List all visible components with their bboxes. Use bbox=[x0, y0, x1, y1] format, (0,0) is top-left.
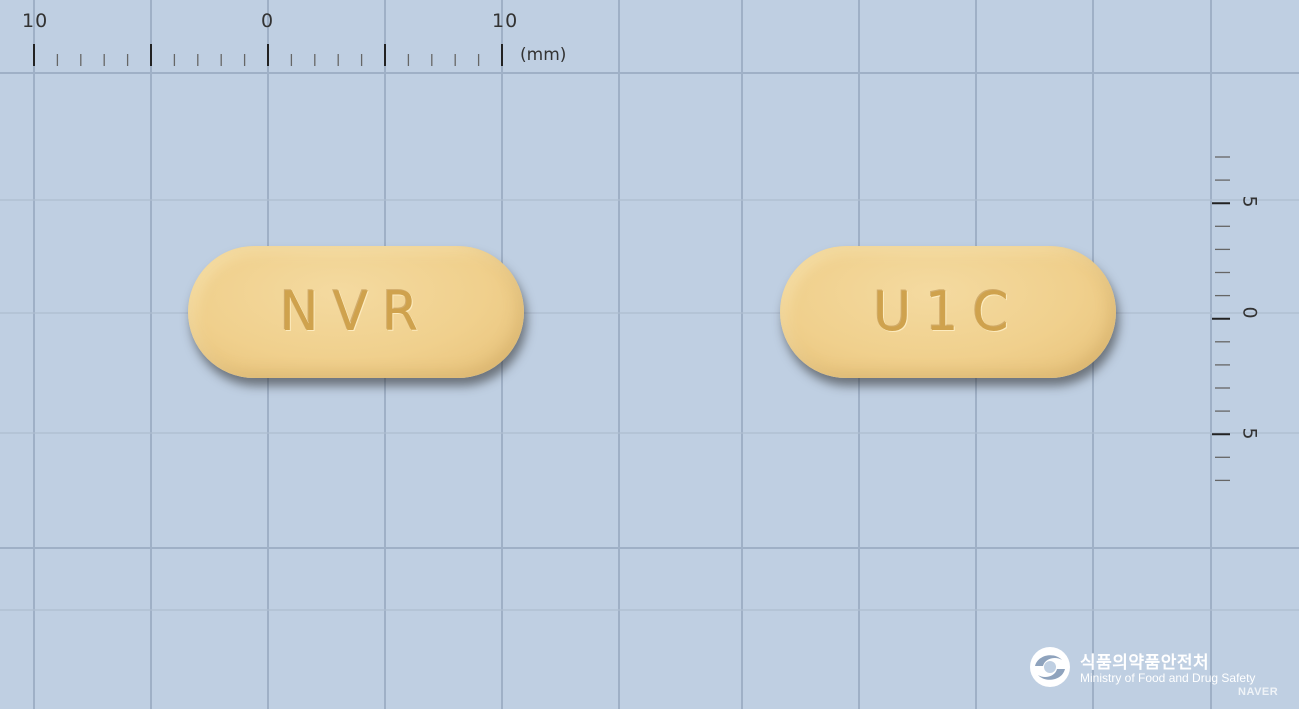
ruler-top-label-center: 0 bbox=[261, 10, 275, 32]
watermark-english: Ministry of Food and Drug Safety bbox=[1080, 671, 1256, 685]
mfds-logo-icon bbox=[1030, 647, 1070, 687]
ruler-top-label-right: 10 bbox=[492, 10, 519, 32]
tablet-back-imprint: U1C bbox=[873, 280, 1023, 344]
tablet-front-imprint: NVR bbox=[279, 280, 433, 344]
ruler-top-label-left: 10 bbox=[22, 10, 49, 32]
tablet-front: NVR bbox=[188, 246, 524, 378]
ruler-right-label-top: 5 bbox=[1238, 195, 1261, 209]
ruler-right-label-bottom: 5 bbox=[1238, 427, 1261, 441]
ruler-unit-label: (mm) bbox=[520, 45, 567, 65]
naver-watermark: NAVER bbox=[1238, 686, 1279, 698]
watermark-korean: 식품의약품안전처 bbox=[1080, 653, 1210, 672]
tablet-back: U1C bbox=[780, 246, 1116, 378]
pill-photo: 10 0 10 (mm) 5 0 5 NVR U1C 식품의약품안전처 Mini… bbox=[0, 0, 1299, 709]
ruler-right-label-center: 0 bbox=[1238, 306, 1261, 320]
